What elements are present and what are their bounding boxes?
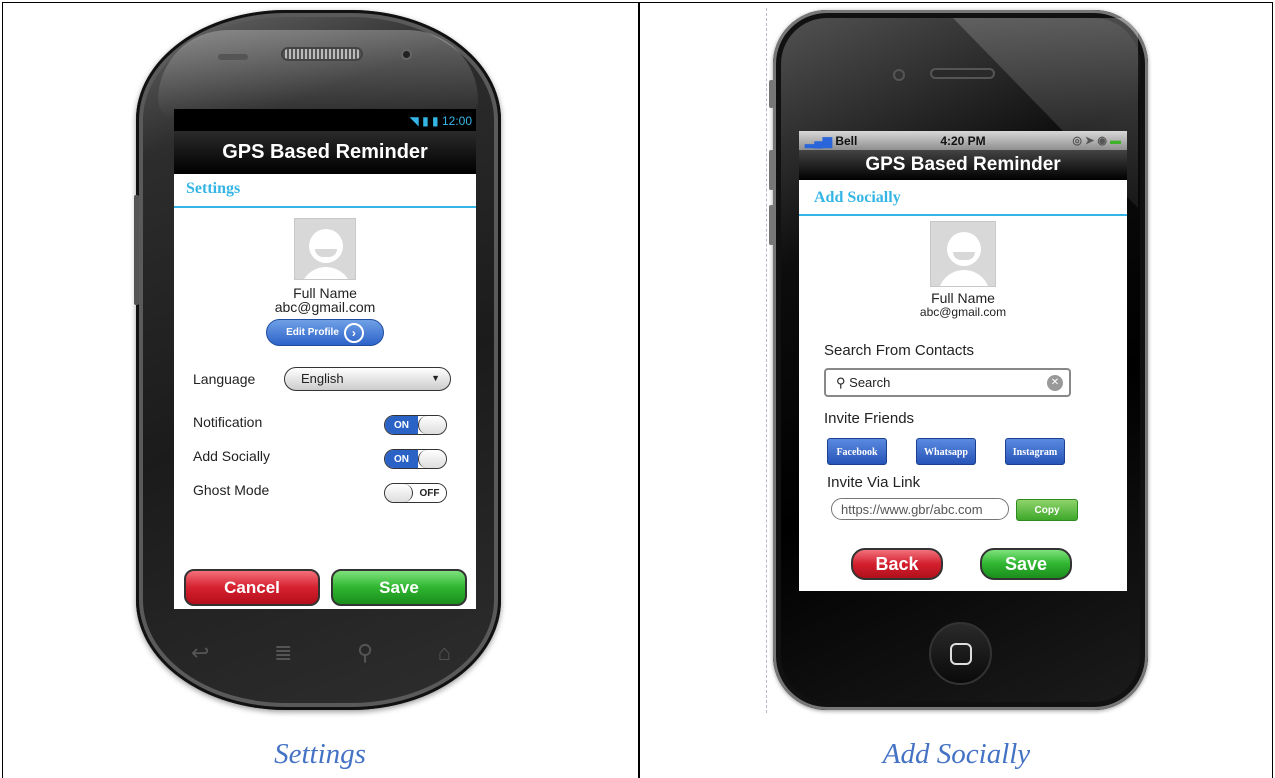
lock-rotation-icon: ◉ <box>1097 135 1107 147</box>
page-title: Add Socially <box>799 180 1127 216</box>
home-key-icon[interactable]: ⌂ <box>438 640 451 668</box>
status-time: 12:00 <box>441 114 472 128</box>
sensor-icon <box>218 54 248 60</box>
search-input[interactable]: ⚲ Search ✕ <box>824 368 1071 397</box>
earpiece-speaker <box>930 68 995 79</box>
volume-down-button[interactable] <box>769 205 774 245</box>
back-key-icon[interactable]: ↩ <box>191 640 209 668</box>
profile-name: Full Name <box>931 290 995 306</box>
invite-link-field[interactable]: https://www.gbr/abc.com <box>831 498 1009 520</box>
save-button[interactable]: Save <box>331 569 467 606</box>
alarm-icon: ◎ <box>1072 135 1082 147</box>
chevron-right-icon: › <box>343 322 364 343</box>
invite-link-label: Invite Via Link <box>827 474 921 491</box>
volume-button[interactable] <box>134 195 139 305</box>
caption-settings: Settings <box>274 738 366 770</box>
volume-up-button[interactable] <box>769 150 774 190</box>
language-select[interactable]: English ▼ <box>284 367 451 391</box>
android-status-bar: ◥ ▮ ▮ 12:00 <box>174 109 476 131</box>
profile-email: abc@gmail.com <box>919 305 1007 319</box>
whatsapp-button[interactable]: Whatsapp <box>916 438 976 465</box>
back-button[interactable]: Back <box>851 548 943 580</box>
copy-button[interactable]: Copy <box>1016 499 1078 521</box>
avatar <box>294 218 356 280</box>
signal-icon: ▮ <box>422 114 429 128</box>
mute-switch[interactable] <box>769 80 774 108</box>
home-square-icon <box>950 643 972 665</box>
front-camera-icon <box>401 49 412 60</box>
add-socially-toggle[interactable]: ON <box>384 449 447 469</box>
cancel-button[interactable]: Cancel <box>184 569 320 606</box>
search-icon: ⚲ <box>836 375 846 390</box>
search-contacts-label: Search From Contacts <box>824 342 975 359</box>
location-icon: ➤ <box>1085 135 1095 147</box>
instagram-button[interactable]: Instagram <box>1005 438 1065 465</box>
status-icons: ◎ ➤ ◉ ▬ <box>1016 134 1121 147</box>
battery-icon: ▬ <box>1109 135 1121 147</box>
signal-icon: ▂▄▆ <box>805 133 832 148</box>
app-title: GPS Based Reminder <box>799 150 1127 180</box>
app-title: GPS Based Reminder <box>174 131 476 174</box>
notification-state: ON <box>385 416 418 434</box>
table-divider <box>638 2 640 778</box>
settings-screen: ◥ ▮ ▮ 12:00 GPS Based Reminder Settings … <box>174 109 476 609</box>
invite-friends-label: Invite Friends <box>824 410 915 427</box>
add-socially-screen: ▂▄▆ Bell 4:20 PM ◎ ➤ ◉ ▬ GPS Based Remin… <box>799 131 1127 591</box>
status-time: 4:20 PM <box>940 133 986 148</box>
language-label: Language <box>193 371 256 387</box>
clear-icon[interactable]: ✕ <box>1047 375 1063 391</box>
phone-gloss <box>158 30 478 120</box>
ghost-mode-toggle[interactable]: OFF <box>384 483 447 503</box>
facebook-button[interactable]: Facebook <box>827 438 887 465</box>
add-socially-state: ON <box>385 450 418 468</box>
battery-icon: ▮ <box>432 114 439 128</box>
notification-toggle[interactable]: ON <box>384 415 447 435</box>
speaker-grille <box>281 47 363 61</box>
caption-add-socially: Add Socially <box>882 738 1031 770</box>
ios-status-bar: ▂▄▆ Bell 4:20 PM ◎ ➤ ◉ ▬ <box>799 131 1127 150</box>
ghost-mode-label: Ghost Mode <box>193 482 270 498</box>
menu-key-icon[interactable]: ≣ <box>274 640 292 668</box>
profile-section: Full Name abc@gmail.com <box>799 221 1127 319</box>
search-key-icon[interactable]: ⚲ <box>357 640 373 668</box>
carrier-label: ▂▄▆ Bell <box>805 133 858 148</box>
notification-label: Notification <box>193 414 263 430</box>
home-button[interactable] <box>929 622 992 685</box>
edit-profile-button[interactable]: Edit Profile › <box>266 319 384 346</box>
search-placeholder: Search <box>849 375 891 390</box>
page-title: Settings <box>174 174 476 208</box>
front-camera-icon <box>893 69 905 81</box>
avatar <box>930 221 996 287</box>
ghost-mode-state: OFF <box>413 484 446 502</box>
wifi-icon: ◥ <box>409 114 419 128</box>
edit-profile-label: Edit Profile <box>286 327 339 338</box>
add-socially-label: Add Socially <box>193 448 271 464</box>
language-value: English <box>301 371 344 386</box>
save-button[interactable]: Save <box>980 548 1072 580</box>
profile-section: Full Name abc@gmail.com Edit Profile › <box>174 218 476 346</box>
profile-email: abc@gmail.com <box>274 299 376 315</box>
dashed-guide <box>766 8 767 713</box>
android-nav-keys: ↩ ≣ ⚲ ⌂ <box>191 640 451 668</box>
dropdown-arrow-icon: ▼ <box>431 373 440 383</box>
